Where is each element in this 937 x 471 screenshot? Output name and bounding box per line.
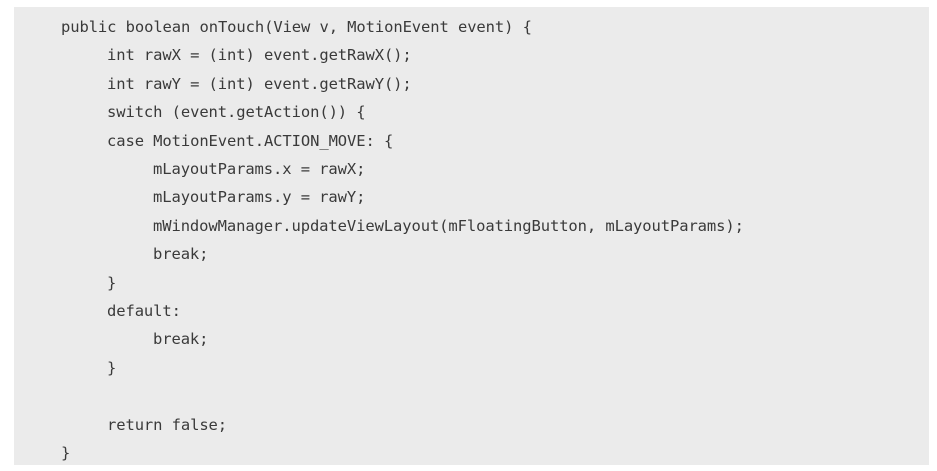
code-line-7: mLayoutParams.y = rawY; <box>153 188 366 207</box>
code-line-13: } <box>107 358 117 377</box>
code-line-15: return false; <box>107 415 228 434</box>
code-line-8: mWindowManager.updateViewLayout(mFloatin… <box>153 216 744 235</box>
code-line-1: public boolean onTouch(View v, MotionEve… <box>61 18 532 36</box>
code-block: public boolean onTouch(View v, MotionEve… <box>14 7 929 465</box>
code-line-9: break; <box>153 245 209 264</box>
code-line-16: } <box>61 444 71 462</box>
code-line-4: switch (event.getAction()) { <box>107 103 366 122</box>
code-line-11: default: <box>107 302 181 320</box>
code-line-6: mLayoutParams.x = rawX; <box>153 160 366 178</box>
code-line-10: } <box>107 273 117 292</box>
code-line-5: case MotionEvent.ACTION_MOVE: { <box>107 131 394 150</box>
code-line-3: int rawY = (int) event.getRawY(); <box>107 74 412 93</box>
code-line-2: int rawX = (int) event.getRawX(); <box>107 46 412 65</box>
code-line-12: break; <box>153 330 209 349</box>
